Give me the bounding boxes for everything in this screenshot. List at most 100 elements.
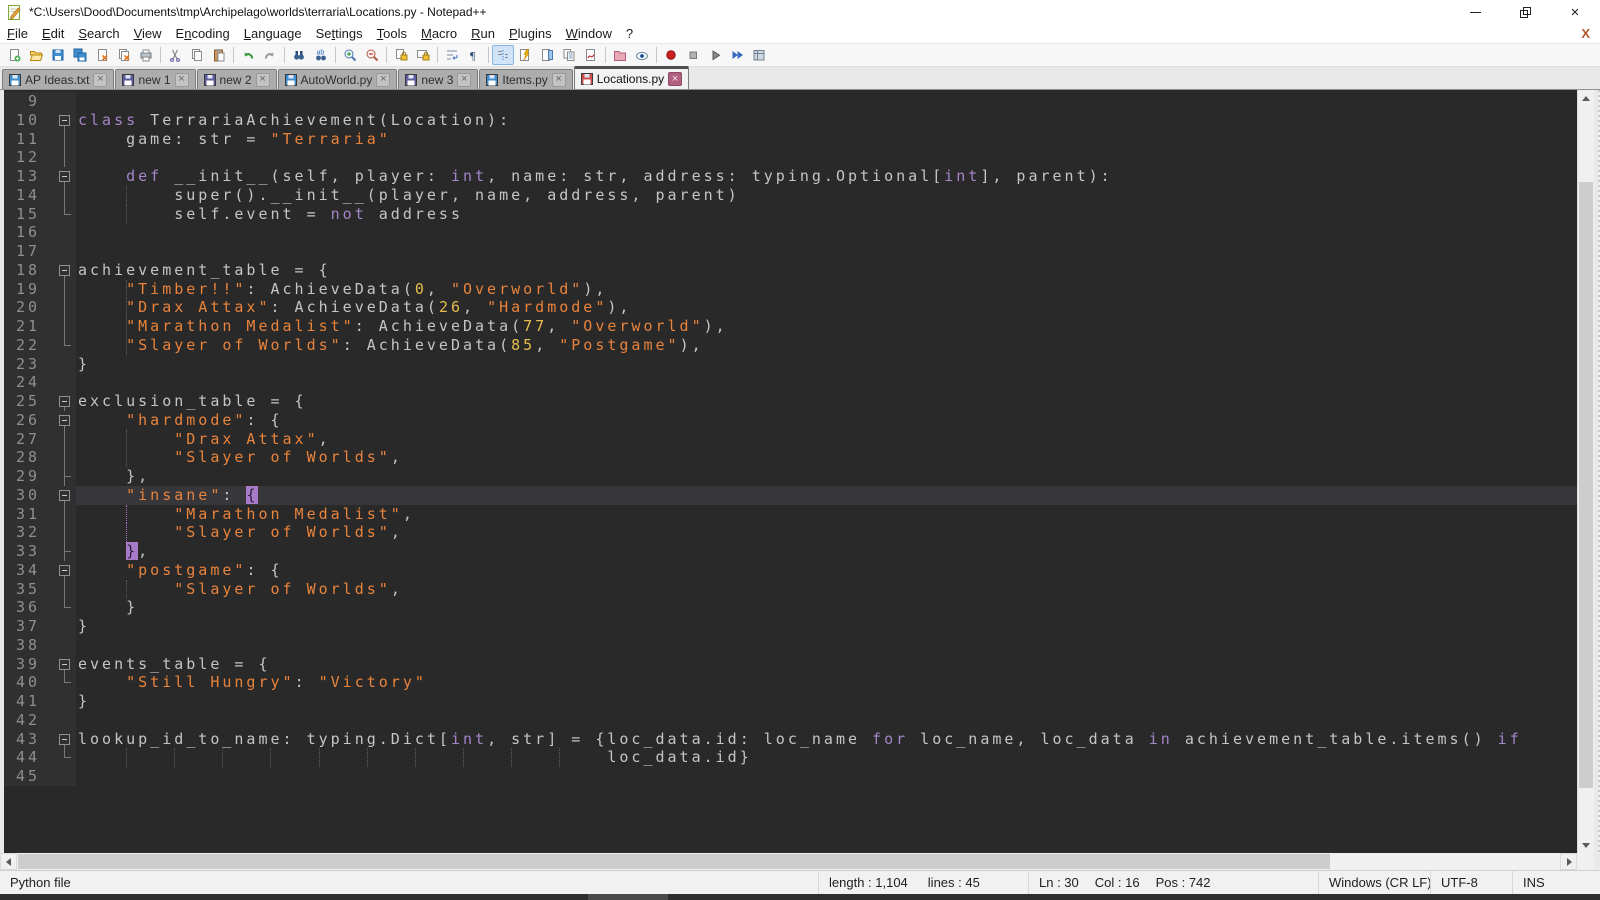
- code-line[interactable]: 19 "Timber!!": AchieveData(0, "Overworld…: [4, 280, 1577, 299]
- code-text[interactable]: [76, 767, 1577, 786]
- word-wrap-icon[interactable]: [441, 45, 463, 65]
- paste-icon[interactable]: [208, 45, 230, 65]
- horizontal-scroll-track[interactable]: [17, 853, 1560, 870]
- menu-view[interactable]: View: [127, 26, 169, 41]
- code-line[interactable]: 21 "Marathon Medalist": AchieveData(77, …: [4, 317, 1577, 336]
- scroll-down-arrow-icon[interactable]: [1578, 836, 1594, 853]
- code-text[interactable]: loc_data.id}: [76, 748, 1577, 767]
- code-text[interactable]: super().__init__(player, name, address, …: [76, 186, 1577, 205]
- line-number[interactable]: 19: [4, 280, 48, 299]
- macro-run-multiple-icon[interactable]: [726, 45, 748, 65]
- code-text[interactable]: "hardmode": {: [76, 411, 1577, 430]
- menu-tools[interactable]: Tools: [370, 26, 414, 41]
- menu-language[interactable]: Language: [237, 26, 309, 41]
- line-number[interactable]: 26: [4, 411, 48, 430]
- code-line[interactable]: 39 events_table = {: [4, 655, 1577, 674]
- code-line[interactable]: 43lookup_id_to_name: typing.Dict[int, st…: [4, 730, 1577, 749]
- open-file-icon[interactable]: [25, 45, 47, 65]
- tab-ap-ideas-txt[interactable]: AP Ideas.txt×: [2, 69, 114, 89]
- line-number[interactable]: 25: [4, 392, 48, 411]
- code-text[interactable]: class TerrariaAchievement(Location):: [76, 111, 1577, 130]
- indent-guide-icon[interactable]: [492, 45, 514, 65]
- print-icon[interactable]: [135, 45, 157, 65]
- macro-save-icon[interactable]: [748, 45, 770, 65]
- line-number[interactable]: 31: [4, 505, 48, 524]
- define-language-icon[interactable]: [514, 45, 536, 65]
- zoom-out-icon[interactable]: [361, 45, 383, 65]
- tab-close-icon[interactable]: ×: [376, 73, 390, 87]
- fold-collapse-icon[interactable]: [59, 734, 70, 745]
- code-line[interactable]: 25exclusion_table = {: [4, 392, 1577, 411]
- code-text[interactable]: "postgame": {: [76, 561, 1577, 580]
- function-list-icon[interactable]: [580, 45, 602, 65]
- undo-icon[interactable]: [237, 45, 259, 65]
- save-icon[interactable]: [47, 45, 69, 65]
- line-number[interactable]: 17: [4, 242, 48, 261]
- line-number[interactable]: 22: [4, 336, 48, 355]
- menu-window[interactable]: Window: [559, 26, 619, 41]
- code-text[interactable]: game: str = "Terraria": [76, 130, 1577, 149]
- fold-collapse-icon[interactable]: [59, 490, 70, 501]
- tab-close-icon[interactable]: ×: [668, 72, 682, 86]
- tab-close-icon[interactable]: ×: [457, 73, 471, 87]
- redo-icon[interactable]: [259, 45, 281, 65]
- fold-collapse-icon[interactable]: [59, 265, 70, 276]
- vertical-scrollbar[interactable]: [1577, 90, 1594, 853]
- line-number[interactable]: 16: [4, 223, 48, 242]
- code-line[interactable]: 17: [4, 242, 1577, 261]
- fold-collapse-icon[interactable]: [59, 415, 70, 426]
- code-line[interactable]: 14 super().__init__(player, name, addres…: [4, 186, 1577, 205]
- code-line[interactable]: 16: [4, 223, 1577, 242]
- line-number[interactable]: 33: [4, 542, 48, 561]
- code-text[interactable]: [76, 223, 1577, 242]
- code-text[interactable]: }: [76, 617, 1577, 636]
- close-file-icon[interactable]: [91, 45, 113, 65]
- code-text[interactable]: self.event = not address: [76, 205, 1577, 224]
- replace-icon[interactable]: ab: [310, 45, 332, 65]
- code-line[interactable]: 45: [4, 767, 1577, 786]
- line-number[interactable]: 28: [4, 448, 48, 467]
- code-line[interactable]: 31 "Marathon Medalist",: [4, 505, 1577, 524]
- macro-stop-icon[interactable]: [682, 45, 704, 65]
- code-text[interactable]: "Slayer of Worlds",: [76, 523, 1577, 542]
- show-all-characters-icon[interactable]: ¶: [463, 45, 485, 65]
- code-text[interactable]: events_table = {: [76, 655, 1577, 674]
- code-text[interactable]: [76, 92, 1577, 111]
- code-text[interactable]: "Marathon Medalist": AchieveData(77, "Ov…: [76, 317, 1577, 336]
- status-eol-format[interactable]: Windows (CR LF): [1318, 871, 1430, 894]
- line-number[interactable]: 13: [4, 167, 48, 186]
- line-number[interactable]: 11: [4, 130, 48, 149]
- code-text[interactable]: [76, 711, 1577, 730]
- code-text[interactable]: }: [76, 598, 1577, 617]
- line-number[interactable]: 29: [4, 467, 48, 486]
- tab-close-icon[interactable]: ×: [175, 73, 189, 87]
- line-number[interactable]: 21: [4, 317, 48, 336]
- line-number[interactable]: 9: [4, 92, 48, 111]
- code-line[interactable]: 42: [4, 711, 1577, 730]
- tab-close-icon[interactable]: ×: [552, 73, 566, 87]
- code-line[interactable]: 37}: [4, 617, 1577, 636]
- tab-autoworld-py[interactable]: AutoWorld.py×: [278, 69, 398, 89]
- find-icon[interactable]: [288, 45, 310, 65]
- code-text[interactable]: [76, 373, 1577, 392]
- scroll-left-arrow-icon[interactable]: [0, 853, 17, 870]
- monitoring-icon[interactable]: [631, 45, 653, 65]
- line-number[interactable]: 14: [4, 186, 48, 205]
- line-number[interactable]: 39: [4, 655, 48, 674]
- scroll-up-arrow-icon[interactable]: [1578, 90, 1594, 107]
- sync-scroll-horizontal-icon[interactable]: [412, 45, 434, 65]
- tab-locations-py[interactable]: Locations.py×: [574, 66, 689, 89]
- line-number[interactable]: 38: [4, 636, 48, 655]
- cut-icon[interactable]: [164, 45, 186, 65]
- tab-new-1[interactable]: new 1×: [115, 69, 195, 89]
- line-number[interactable]: 30: [4, 486, 48, 505]
- code-line[interactable]: 23}: [4, 355, 1577, 374]
- code-line[interactable]: 22 "Slayer of Worlds": AchieveData(85, "…: [4, 336, 1577, 355]
- copy-icon[interactable]: [186, 45, 208, 65]
- code-text[interactable]: [76, 242, 1577, 261]
- menu-plugins[interactable]: Plugins: [502, 26, 559, 41]
- code-line[interactable]: 18achievement_table = {: [4, 261, 1577, 280]
- save-all-icon[interactable]: [69, 45, 91, 65]
- menu-macro[interactable]: Macro: [414, 26, 464, 41]
- line-number[interactable]: 18: [4, 261, 48, 280]
